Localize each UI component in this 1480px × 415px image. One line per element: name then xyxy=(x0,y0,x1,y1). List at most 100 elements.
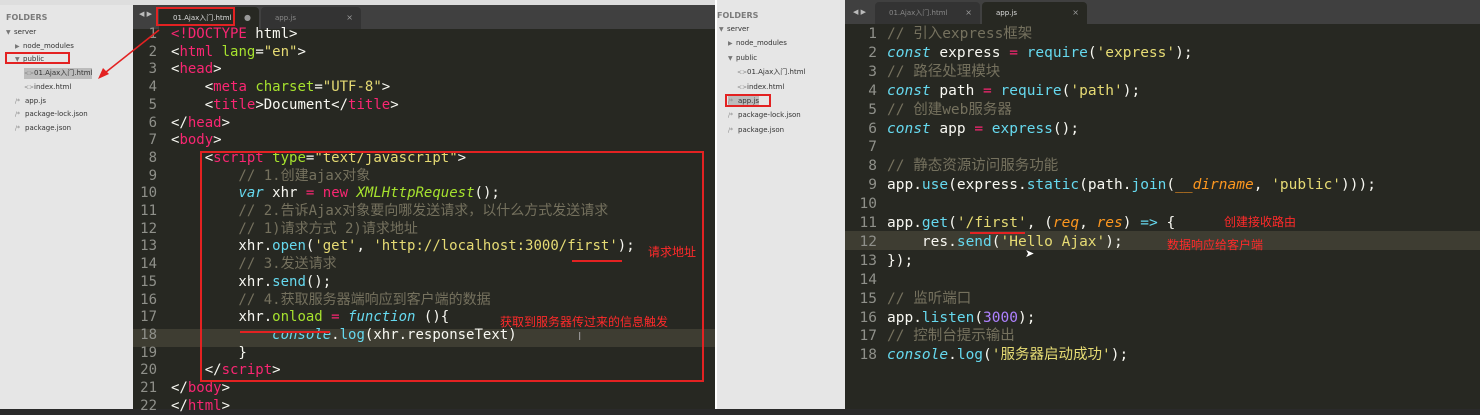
code-token: send xyxy=(956,233,992,250)
tree-file[interactable]: <>01.Ajax入门.html xyxy=(24,68,93,80)
code-line: // 监听端口 xyxy=(887,290,971,309)
tree-folder[interactable]: ▶ node_modules xyxy=(15,41,74,52)
tab-01-ajax-html[interactable]: 01.Ajax入门.html × xyxy=(875,2,980,24)
tree-item-label: package.json xyxy=(738,125,785,134)
line-number: 9 xyxy=(148,167,157,184)
line-number: 9 xyxy=(868,177,877,194)
text-cursor-icon: I xyxy=(578,330,582,343)
line-number: 6 xyxy=(868,120,877,137)
code-token: ); xyxy=(1105,233,1123,250)
code-token: // 创建web服务器 xyxy=(887,101,1012,118)
tree-folder[interactable]: ▼ server xyxy=(719,24,749,35)
tree-folder[interactable]: ▼ server xyxy=(6,27,36,38)
editor-right[interactable]: 1// 引入express框架 2 const express = require(… xyxy=(845,24,1480,409)
code-token: __dirname xyxy=(1175,177,1254,194)
line-number: 13 xyxy=(140,238,157,255)
code-token: express xyxy=(930,44,1010,61)
tab-highlight-box xyxy=(156,7,235,26)
tree-file[interactable]: /* package.json xyxy=(15,123,71,134)
tree-folder[interactable]: ▼ public xyxy=(728,53,757,64)
tab-label: 01.Ajax入门.html xyxy=(889,9,948,17)
code-token: 'express' xyxy=(1096,44,1176,61)
tree-file[interactable]: <>index.html xyxy=(24,82,71,93)
code-line: res.send('Hello Ajax'); xyxy=(887,233,1123,252)
code-token: app. xyxy=(887,309,922,326)
code-token: // 路径处理模块 xyxy=(887,63,1001,80)
tree-item-label: node_modules xyxy=(736,39,787,48)
code-line: // 静态资源访问服务功能 xyxy=(887,157,1058,176)
code-token: > xyxy=(381,79,391,96)
tab-nav-arrows-right[interactable]: ◀ ▶ xyxy=(853,8,866,16)
chevron-down-icon: ▼ xyxy=(728,54,733,62)
tab-app-js[interactable]: app.js × xyxy=(982,2,1087,24)
line-number: 15 xyxy=(140,273,157,290)
code-token: console xyxy=(887,347,949,364)
onload-underline xyxy=(240,331,330,333)
line-number: 5 xyxy=(868,101,877,118)
code-token: ); xyxy=(1017,309,1036,326)
code-token: body xyxy=(179,132,214,149)
code-token: html> xyxy=(246,26,298,42)
line-number: 18 xyxy=(859,347,877,364)
code-token: lang xyxy=(221,43,256,60)
code-token: "en" xyxy=(263,43,298,60)
tree-folder[interactable]: ▶ node_modules xyxy=(728,38,787,49)
line-number: 11 xyxy=(140,203,157,219)
close-icon[interactable]: × xyxy=(346,7,353,29)
tree-file[interactable]: <>01.Ajax入门.html xyxy=(737,67,805,78)
mouse-pointer-icon: ➤ xyxy=(1025,247,1035,260)
code-token: ( xyxy=(974,309,984,326)
code-token: app. xyxy=(887,215,922,231)
code-token: 3000 xyxy=(983,309,1018,326)
code-token: listen xyxy=(921,309,975,326)
code-token: ); xyxy=(1175,44,1193,61)
file-icon: <> xyxy=(24,70,35,78)
code-line: app.use(express.static(path.join(__dirna… xyxy=(887,176,1376,195)
tree-file[interactable]: <>index.html xyxy=(737,82,784,93)
code-line: const express = require('express'); xyxy=(887,44,1193,63)
route-underline xyxy=(970,232,1025,234)
tree-file[interactable]: /* app.js xyxy=(15,96,46,107)
code-line: console.log('服务器启动成功'); xyxy=(887,346,1128,365)
line-number: 17 xyxy=(859,328,877,345)
code-line: </head> xyxy=(171,115,230,133)
close-icon[interactable]: × xyxy=(1072,2,1079,24)
code-token: const xyxy=(887,120,931,137)
line-number: 22 xyxy=(140,397,157,414)
annotation-onload: 获取到服务器传过来的信息触发 xyxy=(500,315,669,329)
tree-item-label: server xyxy=(14,28,37,36)
close-icon[interactable]: × xyxy=(965,2,972,24)
code-token: = xyxy=(314,79,323,96)
code-token: </ xyxy=(171,114,188,131)
tab-bar-right: ◀ ▶ 01.Ajax入门.html × app.js × xyxy=(845,0,1480,24)
code-token: <!DOCTYPE xyxy=(171,26,247,42)
code-token: 'Hello Ajax' xyxy=(1000,233,1106,250)
code-line: <title>Document</title> xyxy=(171,97,399,115)
code-token: app xyxy=(930,120,975,137)
code-token: . xyxy=(948,347,957,364)
tree-file[interactable]: /* package-lock.json xyxy=(728,110,801,121)
chevron-right-icon: ▶ xyxy=(728,40,733,48)
folders-title: FOLDERS xyxy=(6,13,48,22)
code-token: // 静态资源访问服务功能 xyxy=(887,158,1059,175)
sidebar-appjs-highlight-box xyxy=(725,94,771,107)
file-icon: /* xyxy=(728,112,734,120)
code-line: <head> xyxy=(171,61,222,79)
code-token: < xyxy=(171,96,214,113)
line-number: 7 xyxy=(868,139,877,156)
line-number: 16 xyxy=(859,309,877,326)
tree-file[interactable]: /* package-lock.json xyxy=(15,109,88,120)
code-line: // 引入express框架 xyxy=(887,25,1032,44)
tree-item-label: public xyxy=(736,53,758,62)
line-number: 8 xyxy=(148,149,157,166)
tree-file[interactable]: /* package.json xyxy=(728,125,784,136)
code-token: > xyxy=(221,397,231,414)
line-number: 14 xyxy=(859,271,877,288)
tab-nav-arrows[interactable]: ◀ ▶ xyxy=(139,10,152,18)
line-number: 10 xyxy=(859,196,877,213)
code-line: <meta charset="UTF-8"> xyxy=(171,79,391,97)
tree-item-label: package-lock.json xyxy=(25,110,88,119)
line-number: 14 xyxy=(140,256,157,273)
